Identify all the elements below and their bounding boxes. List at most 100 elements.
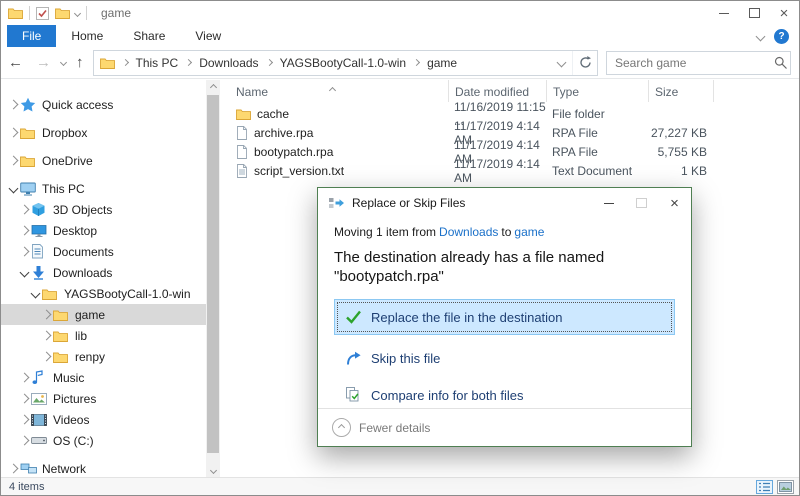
breadcrumb-item-downloads[interactable]: Downloads xyxy=(199,56,258,70)
chevron-right-icon[interactable] xyxy=(18,199,31,220)
scroll-down-icon[interactable] xyxy=(206,463,220,477)
chevron-down-icon[interactable] xyxy=(29,283,42,304)
large-icons-view-button[interactable] xyxy=(776,480,795,494)
sidebar-item-downloads[interactable]: Downloads xyxy=(1,262,206,283)
breadcrumb: This PC Downloads YAGSBootyCall-1.0-win gam… xyxy=(94,56,551,70)
chevron-down-icon[interactable] xyxy=(18,262,31,283)
chevron-right-icon[interactable] xyxy=(18,220,31,241)
tab-file[interactable]: File xyxy=(7,25,56,47)
search-icon[interactable] xyxy=(774,56,794,69)
sidebar-item-game[interactable]: game xyxy=(1,304,206,325)
chevron-right-icon[interactable] xyxy=(18,430,31,451)
tab-home[interactable]: Home xyxy=(56,25,118,47)
chevron-right-icon[interactable] xyxy=(40,304,53,325)
sidebar-item-dropbox[interactable]: Dropbox xyxy=(1,122,206,143)
sidebar-item-videos[interactable]: Videos xyxy=(1,409,206,430)
qat-new-folder-icon[interactable] xyxy=(55,7,70,19)
column-header-name[interactable]: Name xyxy=(220,80,448,102)
sidebar-item-network[interactable]: Network xyxy=(1,458,206,477)
recent-locations-icon[interactable] xyxy=(61,60,66,65)
window-folder-icon[interactable] xyxy=(8,7,23,19)
sidebar-item-desktop[interactable]: Desktop xyxy=(1,220,206,241)
sidebar-item-music[interactable]: Music xyxy=(1,367,206,388)
chevron-right-icon[interactable] xyxy=(7,94,20,115)
minimize-button[interactable] xyxy=(709,1,739,25)
file-size: 5,755 KB xyxy=(648,145,713,159)
breadcrumb-item-this-pc[interactable]: This PC xyxy=(136,56,179,70)
chevron-down-icon[interactable] xyxy=(7,178,20,199)
back-button[interactable]: ← xyxy=(5,54,26,71)
column-header-type[interactable]: Type xyxy=(546,80,648,102)
folder-icon xyxy=(53,330,73,342)
sidebar-item-documents[interactable]: Documents xyxy=(1,241,206,262)
dialog-close-button[interactable]: × xyxy=(658,188,691,218)
chevron-right-icon[interactable] xyxy=(18,409,31,430)
sidebar-item-quick-access[interactable]: Quick access xyxy=(1,94,206,115)
tab-share[interactable]: Share xyxy=(118,25,180,47)
details-view-button[interactable] xyxy=(755,480,774,494)
chevron-right-icon[interactable] xyxy=(18,241,31,262)
dialog-message: The destination already has a file named… xyxy=(334,248,669,286)
chevron-right-icon xyxy=(185,60,192,65)
file-row-script-version-txt[interactable]: script_version.txt11/17/2019 4:14 AMText… xyxy=(220,161,799,180)
dialog-option-skip-this-file[interactable]: Skip this file xyxy=(334,344,675,372)
sidebar-item-lib[interactable]: lib xyxy=(1,325,206,346)
dialog-option-replace-the-file-in-the-destination[interactable]: Replace the file in the destination xyxy=(334,299,675,335)
address-dropdown-icon[interactable] xyxy=(550,51,572,75)
file-rows: cache11/16/2019 11:15 ...File folderarch… xyxy=(220,104,799,180)
chevron-right-icon[interactable] xyxy=(7,122,20,143)
sidebar-item-label: Desktop xyxy=(53,224,97,238)
file-icon xyxy=(236,126,248,140)
fewer-details-button[interactable]: Fewer details xyxy=(318,408,691,446)
downloads-link[interactable]: Downloads xyxy=(439,225,498,239)
dialog-option-compare-info-for-both-files[interactable]: Compare info for both files xyxy=(334,381,675,409)
forward-button[interactable]: → xyxy=(33,54,54,71)
sidebar-item-3d-objects[interactable]: 3D Objects xyxy=(1,199,206,220)
compare-icon xyxy=(344,387,362,403)
column-header-size[interactable]: Size xyxy=(648,80,713,102)
chevron-right-icon[interactable] xyxy=(18,388,31,409)
sidebar-item-pictures[interactable]: Pictures xyxy=(1,388,206,409)
refresh-icon[interactable] xyxy=(572,51,597,75)
cube-icon xyxy=(31,202,51,217)
chevron-right-icon[interactable] xyxy=(18,367,31,388)
item-count-label: 4 items xyxy=(9,481,44,493)
address-bar[interactable]: This PC Downloads YAGSBootyCall-1.0-win gam… xyxy=(93,50,599,76)
sidebar-scrollbar[interactable] xyxy=(206,80,220,477)
chevron-right-icon[interactable] xyxy=(40,325,53,346)
column-header-date-modified[interactable]: Date modified xyxy=(448,80,546,102)
tab-view[interactable]: View xyxy=(180,25,236,47)
dialog-body: Moving 1 item fromDownloadstogame The de… xyxy=(318,225,691,409)
sidebar-item-onedrive[interactable]: OneDrive xyxy=(1,150,206,171)
chevron-right-icon[interactable] xyxy=(40,346,53,367)
dialog-minimize-button[interactable] xyxy=(592,188,625,218)
sidebar-item-os-c[interactable]: OS (C:) xyxy=(1,430,206,451)
breadcrumb-item-yagsbootycall-1-0-win[interactable]: YAGSBootyCall-1.0-win xyxy=(280,56,407,70)
collapse-ribbon-icon[interactable] xyxy=(757,33,764,40)
divider xyxy=(29,6,30,20)
sidebar-item-label: lib xyxy=(75,329,87,343)
qat-customize-icon[interactable] xyxy=(75,11,80,16)
sort-ascending-icon xyxy=(330,82,335,96)
sidebar-item-label: Music xyxy=(53,371,84,385)
qat-checkbox-icon[interactable] xyxy=(36,7,49,20)
view-toggle-buttons xyxy=(755,480,795,494)
sidebar-item-this-pc[interactable]: This PC xyxy=(1,178,206,199)
search-input[interactable] xyxy=(607,56,774,70)
scroll-up-icon[interactable] xyxy=(206,80,220,94)
chevron-right-icon[interactable] xyxy=(7,150,20,171)
close-button[interactable]: × xyxy=(769,1,799,25)
sidebar-item-label: OneDrive xyxy=(42,154,93,168)
maximize-button[interactable] xyxy=(739,1,769,25)
up-button[interactable]: ↑ xyxy=(73,54,87,71)
sidebar-item-yagsbootycall-1-0-win[interactable]: YAGSBootyCall-1.0-win xyxy=(1,283,206,304)
scrollbar-thumb[interactable] xyxy=(207,95,219,453)
file-name-cell: archive.rpa xyxy=(220,126,448,140)
chevron-right-icon[interactable] xyxy=(7,458,20,477)
help-icon[interactable]: ? xyxy=(774,29,789,44)
nav-buttons: ← → ↑ xyxy=(5,54,87,71)
breadcrumb-item-game[interactable]: game xyxy=(427,56,457,70)
sidebar-item-renpy[interactable]: renpy xyxy=(1,346,206,367)
ribbon-tabstrip: FileHomeShareView ? xyxy=(1,25,799,47)
game-link[interactable]: game xyxy=(514,225,544,239)
